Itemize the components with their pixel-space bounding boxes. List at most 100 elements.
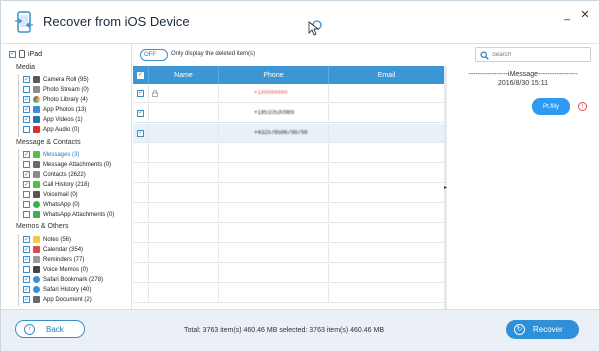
checkbox[interactable] [23,266,30,273]
minimize-button[interactable]: _ [561,9,573,21]
deleted-only-toggle[interactable]: OFF [140,49,168,61]
tree-item-app-photos[interactable]: App Photos (13) [23,105,86,114]
checkbox[interactable] [23,126,30,133]
row-checkbox[interactable] [137,109,144,117]
tree-item-label: Calendar (354) [43,246,84,253]
phone-cell: +1######## [219,83,329,103]
reminders-icon [33,256,40,263]
tree-item-app-document[interactable]: App Document (2) [23,295,92,304]
tree-item-label: Camera Roll (95) [43,76,89,83]
checkbox[interactable] [23,86,30,93]
checkbox[interactable] [23,116,30,123]
tree-item-camera-roll[interactable]: Camera Roll (95) [23,75,89,84]
tree-item-label: Photo Library (4) [43,96,88,103]
checkbox[interactable] [23,276,30,283]
column-header-name[interactable]: Name [149,66,219,84]
row-checkbox[interactable] [137,89,144,97]
message-attachments-icon [33,161,40,168]
filter-bar: OFF Only display the deleted item(s) [133,44,599,66]
tree-item-contacts[interactable]: Contacts (2622) [23,170,86,179]
tree-item-label: Contacts (2622) [43,171,86,178]
checkbox[interactable] [23,201,30,208]
tree-item-messages[interactable]: Messages (3) [23,150,79,159]
tree-item-whatsapp-attachments[interactable]: WhatsApp Attachments (0) [23,210,114,219]
message-bubble: Pt.filly [532,98,570,115]
app-videos-icon [33,116,40,123]
tree-item-label: Voicemail (0) [43,191,78,198]
row-checkbox-cell[interactable] [133,103,149,123]
back-button[interactable]: ‹ Back [15,320,85,338]
tree-item-app-audio[interactable]: App Audio (0) [23,125,79,134]
tree-item-safari-bookmark[interactable]: Safari Bookmark (278) [23,275,103,284]
empty-row [133,223,444,243]
column-header-phone[interactable]: Phone [219,66,329,84]
footer-bar: ‹ Back Total: 3763 item(s) 460.46 MB sel… [1,309,599,351]
name-cell [149,103,219,123]
email-cell [329,124,444,143]
empty-row [133,183,444,203]
empty-row [133,163,444,183]
checkbox[interactable] [23,296,30,303]
checkbox[interactable] [23,76,30,83]
tree-item-calendar[interactable]: Calendar (354) [23,245,83,254]
column-header-email[interactable]: Email [329,66,444,84]
tree-item-safari-history[interactable]: Safari History (40) [23,285,91,294]
app-document-icon [33,296,40,303]
checkbox[interactable] [23,286,30,293]
device-checkbox[interactable] [9,50,16,58]
checkbox[interactable] [23,236,30,243]
tree-item-reminders[interactable]: Reminders (77) [23,255,84,264]
checkbox[interactable] [23,106,30,113]
tree-item-app-videos[interactable]: App Videos (1) [23,115,83,124]
tree-item-label: App Videos (1) [43,116,83,123]
row-checkbox-cell[interactable] [133,83,149,103]
checkbox[interactable] [23,171,30,178]
checkbox[interactable] [23,96,30,103]
message-date: 2016/8/30 15:11 [497,80,549,87]
tree-item-label: Message Attachments (0) [43,161,112,168]
safari-history-icon [33,286,40,293]
voice-memos-icon [33,266,40,273]
checkbox[interactable] [23,151,30,158]
device-row[interactable]: iPad [9,50,42,58]
name-cell [149,83,219,103]
contacts-icon [33,171,40,178]
table-header: Name Phone Email [133,66,444,84]
table-row[interactable]: +18510530989 [133,103,444,123]
search-box[interactable] [475,47,591,62]
voicemail-icon [33,191,40,198]
lock-icon [152,89,158,97]
close-button[interactable]: ✕ [579,9,591,21]
checkbox[interactable] [23,191,30,198]
checkbox[interactable] [23,211,30,218]
tree-item-photo-stream[interactable]: Photo Stream (0) [23,85,89,94]
table-row-selected[interactable]: +432576586798798 [133,123,444,143]
tree-item-label: Call History (218) [43,181,90,188]
tree-item-notes[interactable]: Notes (56) [23,235,71,244]
tree-item-label: App Document (2) [43,296,92,303]
tree-item-message-attachments[interactable]: Message Attachments (0) [23,160,111,169]
tree-item-label: Messages (3) [43,151,80,158]
empty-row [133,263,444,283]
tree-item-voice-memos[interactable]: Voice Memos (0) [23,265,88,274]
window-controls: _ ✕ [561,9,591,21]
row-checkbox[interactable] [137,129,144,137]
table-row[interactable]: +1######## [133,83,444,103]
section-title-memos-others: Memos & Others [16,223,69,230]
select-all-cell[interactable] [133,66,149,84]
checkbox[interactable] [23,256,30,263]
recover-button[interactable]: ↻ Recover [506,320,579,339]
search-input[interactable] [492,50,584,60]
back-button-label: Back [46,324,64,334]
select-all-checkbox[interactable] [137,71,144,79]
recover-button-label: Recover [533,325,563,334]
checkbox[interactable] [23,246,30,253]
tree-item-voicemail[interactable]: Voicemail (0) [23,190,78,199]
row-checkbox-cell[interactable] [133,123,149,143]
tree-item-photo-library[interactable]: Photo Library (4) [23,95,88,104]
checkbox[interactable] [23,161,30,168]
checkbox[interactable] [23,181,30,188]
tree-item-call-history[interactable]: Call History (218) [23,180,89,189]
tree-item-whatsapp[interactable]: WhatsApp (0) [23,200,80,209]
calendar-icon [33,246,40,253]
